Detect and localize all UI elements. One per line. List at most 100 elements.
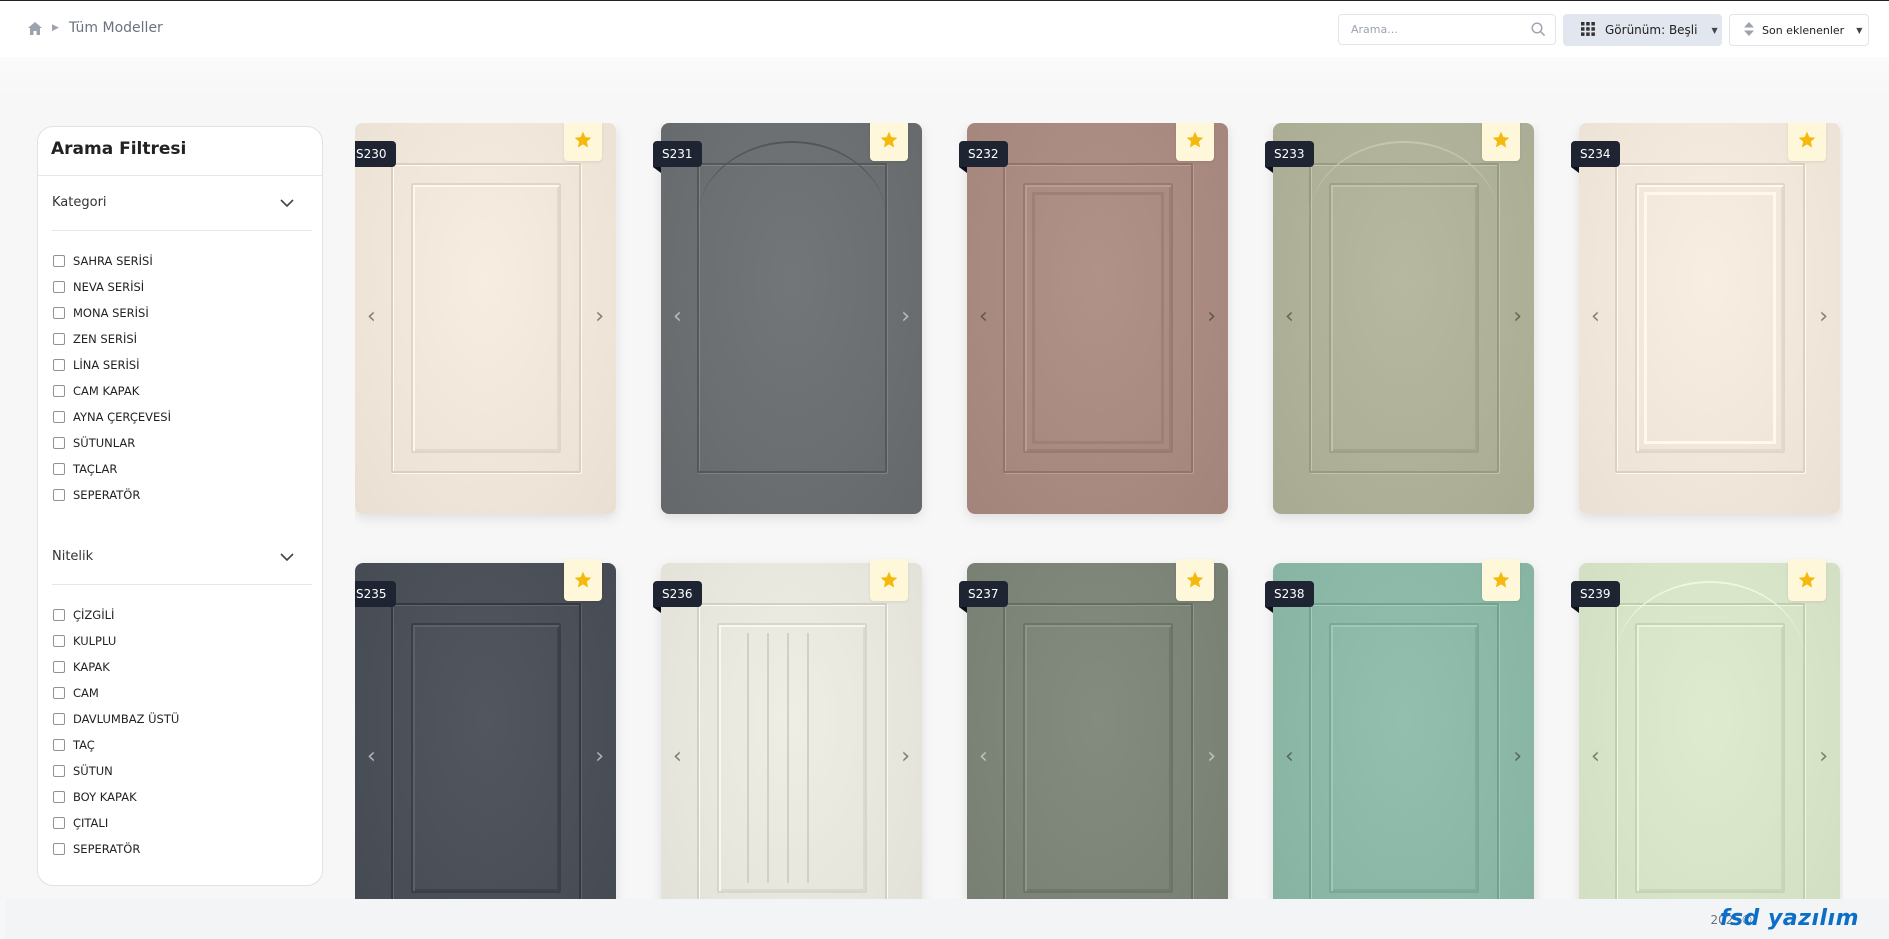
filter-option[interactable]: ÇİZGİLİ: [53, 602, 179, 628]
checkbox[interactable]: [53, 281, 65, 293]
carousel-next-icon[interactable]: ›: [1513, 746, 1522, 768]
favorite-star-icon[interactable]: [1788, 559, 1826, 601]
checkbox[interactable]: [53, 687, 65, 699]
filter-option[interactable]: TAÇ: [53, 732, 179, 758]
carousel-prev-icon[interactable]: ‹: [673, 746, 682, 768]
carousel-next-icon[interactable]: ›: [901, 306, 910, 328]
filter-option[interactable]: CAM: [53, 680, 179, 706]
divider: [38, 175, 322, 176]
favorite-star-icon[interactable]: [1176, 123, 1214, 161]
favorite-star-icon[interactable]: [564, 123, 602, 161]
product-image[interactable]: ‹ ›: [967, 563, 1228, 899]
section-toggle-nitelik[interactable]: Nitelik: [52, 549, 312, 571]
filter-option[interactable]: KAPAK: [53, 654, 179, 680]
breadcrumb-current[interactable]: Tüm Modeller: [69, 20, 163, 36]
carousel-next-icon[interactable]: ›: [1207, 306, 1216, 328]
product-image[interactable]: ‹ ›: [661, 563, 922, 899]
checkbox[interactable]: [53, 817, 65, 829]
product-card[interactable]: ‹ › S230: [355, 123, 616, 514]
favorite-star-icon[interactable]: [870, 123, 908, 161]
carousel-next-icon[interactable]: ›: [1819, 746, 1828, 768]
product-image[interactable]: ‹ ›: [1273, 563, 1534, 899]
filter-option[interactable]: SÜTUN: [53, 758, 179, 784]
checkbox[interactable]: [53, 359, 65, 371]
product-card[interactable]: ‹ › S239: [1571, 559, 1840, 899]
section-toggle-kategori[interactable]: Kategori: [52, 195, 312, 217]
carousel-prev-icon[interactable]: ‹: [367, 306, 376, 328]
carousel-next-icon[interactable]: ›: [595, 306, 604, 328]
product-card[interactable]: ‹ › S237: [959, 559, 1228, 899]
sort-button[interactable]: Son eklenenler ▼: [1729, 14, 1869, 46]
carousel-prev-icon[interactable]: ‹: [1285, 306, 1294, 328]
checkbox[interactable]: [53, 489, 65, 501]
filter-option[interactable]: SAHRA SERİSİ: [53, 248, 171, 274]
favorite-star-icon[interactable]: [870, 559, 908, 601]
product-image[interactable]: ‹ ›: [355, 123, 616, 514]
carousel-prev-icon[interactable]: ‹: [979, 306, 988, 328]
carousel-next-icon[interactable]: ›: [1819, 306, 1828, 328]
product-image[interactable]: ‹ ›: [661, 123, 922, 514]
checkbox[interactable]: [53, 385, 65, 397]
filter-option[interactable]: ZEN SERİSİ: [53, 326, 171, 352]
home-icon[interactable]: [28, 21, 42, 35]
filter-option[interactable]: MONA SERİSİ: [53, 300, 171, 326]
favorite-star-icon[interactable]: [1176, 559, 1214, 601]
product-image[interactable]: ‹ ›: [1579, 563, 1840, 899]
checkbox[interactable]: [53, 713, 65, 725]
checkbox[interactable]: [53, 661, 65, 673]
checkbox[interactable]: [53, 333, 65, 345]
favorite-star-icon[interactable]: [1482, 559, 1520, 601]
checkbox[interactable]: [53, 765, 65, 777]
favorite-star-icon[interactable]: [564, 559, 602, 601]
door-panel: [411, 183, 561, 453]
view-mode-button[interactable]: Görünüm: Beşli ▼: [1563, 14, 1722, 46]
checkbox[interactable]: [53, 635, 65, 647]
carousel-prev-icon[interactable]: ‹: [673, 306, 682, 328]
product-image[interactable]: ‹ ›: [1579, 123, 1840, 514]
carousel-prev-icon[interactable]: ‹: [1591, 746, 1600, 768]
product-card[interactable]: ‹ › S235: [355, 559, 616, 899]
carousel-next-icon[interactable]: ›: [1513, 306, 1522, 328]
carousel-next-icon[interactable]: ›: [1207, 746, 1216, 768]
product-card[interactable]: ‹ › S231: [653, 123, 922, 514]
carousel-next-icon[interactable]: ›: [595, 746, 604, 768]
favorite-star-icon[interactable]: [1788, 123, 1826, 161]
carousel-next-icon[interactable]: ›: [901, 746, 910, 768]
filter-option[interactable]: KULPLU: [53, 628, 179, 654]
checkbox[interactable]: [53, 609, 65, 621]
search-icon[interactable]: [1531, 22, 1546, 41]
product-image[interactable]: ‹ ›: [967, 123, 1228, 514]
product-card[interactable]: ‹ › S232: [959, 123, 1228, 514]
carousel-prev-icon[interactable]: ‹: [367, 746, 376, 768]
checkbox[interactable]: [53, 843, 65, 855]
checkbox[interactable]: [53, 411, 65, 423]
carousel-prev-icon[interactable]: ‹: [1591, 306, 1600, 328]
carousel-prev-icon[interactable]: ‹: [979, 746, 988, 768]
product-card[interactable]: ‹ › S238: [1265, 559, 1534, 899]
filter-option[interactable]: TAÇLAR: [53, 456, 171, 482]
filter-option[interactable]: SEPERATÖR: [53, 482, 171, 508]
filter-option[interactable]: LİNA SERİSİ: [53, 352, 171, 378]
filter-option[interactable]: CAM KAPAK: [53, 378, 171, 404]
checkbox[interactable]: [53, 255, 65, 267]
filter-option[interactable]: NEVA SERİSİ: [53, 274, 171, 300]
product-card[interactable]: ‹ › S234: [1571, 123, 1840, 514]
product-card[interactable]: ‹ › S233: [1265, 123, 1534, 514]
checkbox[interactable]: [53, 463, 65, 475]
checkbox[interactable]: [53, 307, 65, 319]
product-image[interactable]: ‹ ›: [1273, 123, 1534, 514]
filter-option[interactable]: SEPERATÖR: [53, 836, 179, 862]
filter-option[interactable]: ÇITALI: [53, 810, 179, 836]
checkbox[interactable]: [53, 791, 65, 803]
checkbox[interactable]: [53, 739, 65, 751]
filter-option[interactable]: DAVLUMBAZ ÜSTÜ: [53, 706, 179, 732]
carousel-prev-icon[interactable]: ‹: [1285, 746, 1294, 768]
search-input[interactable]: [1339, 15, 1519, 44]
filter-option[interactable]: BOY KAPAK: [53, 784, 179, 810]
filter-option[interactable]: SÜTUNLAR: [53, 430, 171, 456]
product-image[interactable]: ‹ ›: [355, 563, 616, 899]
filter-option[interactable]: AYNA ÇERÇEVESİ: [53, 404, 171, 430]
checkbox[interactable]: [53, 437, 65, 449]
favorite-star-icon[interactable]: [1482, 123, 1520, 161]
product-card[interactable]: ‹ › S236: [653, 559, 922, 899]
